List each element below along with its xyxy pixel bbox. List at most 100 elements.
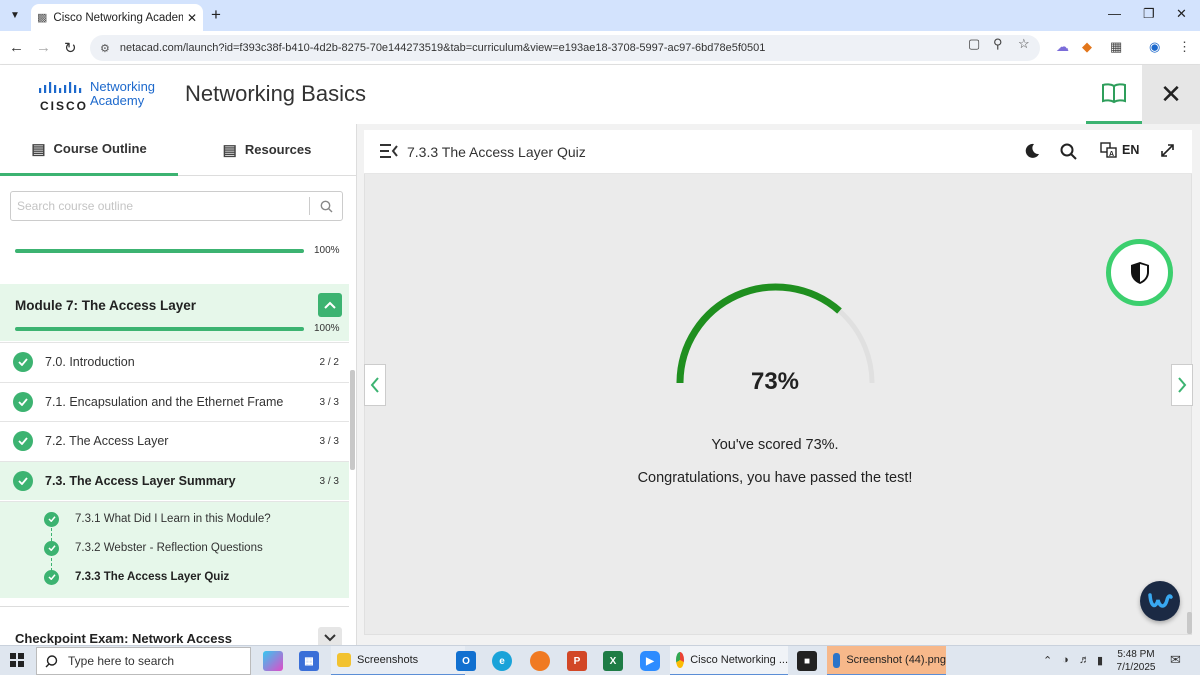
- dark-mode-icon[interactable]: [1024, 143, 1040, 164]
- new-tab-icon[interactable]: +: [211, 5, 221, 25]
- content-scrollbar[interactable]: [1187, 612, 1192, 634]
- tab-course-outline[interactable]: ▤ Course Outline: [0, 124, 178, 176]
- lesson-item[interactable]: 7.2. The Access Layer 3 / 3: [0, 421, 349, 460]
- volume-icon[interactable]: ♬: [1079, 654, 1090, 666]
- shield-icon: [1130, 261, 1149, 284]
- extension-cloud-icon[interactable]: ☁: [1056, 39, 1069, 55]
- module-7-header[interactable]: Module 7: The Access Layer 100%: [0, 284, 349, 341]
- taskbar-item-screenshots[interactable]: Screenshots: [331, 646, 465, 675]
- language-selector[interactable]: A EN: [1100, 142, 1139, 158]
- lesson-count: 2 / 2: [319, 356, 339, 368]
- metamask-icon[interactable]: ◆: [1082, 39, 1092, 55]
- network-icon[interactable]: ◑: [1062, 654, 1069, 666]
- zoom-icon[interactable]: ⚲: [993, 36, 1003, 52]
- expand-checkpoint-button[interactable]: [318, 627, 342, 645]
- check-icon: [13, 431, 33, 451]
- chevron-down-icon: [324, 634, 336, 642]
- install-app-icon[interactable]: ▢: [968, 36, 980, 52]
- lesson-count: 3 / 3: [319, 475, 339, 487]
- browser-tab-title: Cisco Networking Academy: Co: [53, 11, 183, 24]
- academy-wordmark: Networking Academy: [90, 79, 156, 108]
- windows-start-icon[interactable]: [10, 653, 24, 667]
- subtopic-item-current[interactable]: 7.3.3 The Access Layer Quiz: [44, 567, 229, 587]
- progress-percent: 100%: [314, 245, 340, 256]
- collapse-module-button[interactable]: [318, 293, 342, 317]
- taskbar-item-chrome[interactable]: Cisco Networking ...: [670, 646, 788, 675]
- module-progress: 100%: [15, 323, 345, 334]
- browser-menu-icon[interactable]: ⋮: [1178, 39, 1191, 55]
- url-text: netacad.com/launch?id=f393c38f-b410-4d2b…: [119, 42, 766, 54]
- previous-page-button[interactable]: [364, 364, 386, 406]
- subtopic-title: 7.3.1 What Did I Learn in this Module?: [75, 513, 271, 525]
- close-course-button[interactable]: ✕: [1142, 65, 1200, 124]
- security-shield-button[interactable]: [1106, 239, 1173, 306]
- lesson-item[interactable]: 7.0. Introduction 2 / 2: [0, 342, 349, 381]
- outlook-icon[interactable]: O: [456, 651, 476, 671]
- subtopic-item[interactable]: 7.3.1 What Did I Learn in this Module?: [44, 509, 271, 529]
- webex-assistant-button[interactable]: [1140, 581, 1180, 621]
- windows-taskbar: Type here to search ▦ Screenshots O e P …: [0, 645, 1200, 675]
- subtopic-title: 7.3.2 Webster - Reflection Questions: [75, 542, 263, 554]
- close-icon: ✕: [1160, 79, 1182, 109]
- site-info-icon[interactable]: ⚙: [100, 42, 110, 55]
- outline-icon: ▤: [31, 140, 46, 158]
- taskbar-search[interactable]: Type here to search: [36, 647, 251, 675]
- previous-module-progress: 100%: [15, 245, 345, 256]
- checkpoint-exam-item[interactable]: Checkpoint Exam: Network Access: [0, 606, 349, 645]
- browser-toolbar: ← → ↻ ⚙ netacad.com/launch?id=f393c38f-b…: [0, 31, 1200, 65]
- address-bar[interactable]: ⚙ netacad.com/launch?id=f393c38f-b410-4d…: [90, 35, 1040, 61]
- close-window-icon[interactable]: ✕: [1176, 6, 1187, 22]
- sidebar-scrollbar[interactable]: [350, 370, 355, 470]
- reload-icon[interactable]: ↻: [64, 39, 77, 57]
- course-book-button[interactable]: [1086, 65, 1142, 124]
- chrome-icon: [676, 652, 685, 668]
- course-title: Networking Basics: [185, 81, 366, 106]
- zoom-meeting-icon[interactable]: ▶: [640, 651, 660, 671]
- store-icon[interactable]: ▦: [299, 651, 319, 671]
- app-header: CISCO Networking Academy Networking Basic…: [0, 65, 1200, 124]
- progress-percent: 100%: [314, 323, 340, 334]
- score-percentage: 73%: [750, 368, 800, 395]
- check-icon: [44, 511, 59, 527]
- content-title: 7.3.3 The Access Layer Quiz: [407, 144, 586, 160]
- progress-fill: [15, 326, 304, 331]
- cisco-wordmark: CISCO: [40, 99, 89, 113]
- lesson-title: 7.1. Encapsulation and the Ethernet Fram…: [45, 395, 284, 409]
- lesson-item-active[interactable]: 7.3. The Access Layer Summary 3 / 3: [0, 461, 349, 500]
- fullscreen-icon[interactable]: [1160, 143, 1175, 163]
- lesson-item[interactable]: 7.1. Encapsulation and the Ethernet Fram…: [0, 382, 349, 421]
- battery-icon[interactable]: ▮: [1097, 654, 1103, 667]
- toggle-outline-icon[interactable]: [380, 143, 398, 164]
- extensions-puzzle-icon[interactable]: ▦: [1110, 39, 1122, 55]
- next-page-button[interactable]: [1171, 364, 1193, 406]
- taskbar-item-screenshot-png[interactable]: Screenshot (44).png: [827, 646, 946, 675]
- chevron-up-icon: [324, 301, 336, 309]
- system-clock[interactable]: 5:48 PM 7/1/2025: [1112, 648, 1160, 674]
- copilot-icon[interactable]: [263, 651, 283, 671]
- subtopic-item[interactable]: 7.3.2 Webster - Reflection Questions: [44, 538, 263, 558]
- show-hidden-icons[interactable]: ⌃: [1043, 654, 1052, 667]
- tab-resources[interactable]: ▤ Resources: [178, 124, 356, 176]
- edge-icon[interactable]: e: [492, 651, 512, 671]
- bookmark-star-icon[interactable]: ☆: [1018, 36, 1030, 52]
- notifications-icon[interactable]: ✉: [1170, 652, 1181, 668]
- close-tab-icon[interactable]: ✕: [187, 11, 197, 25]
- cisco-networking-academy-logo[interactable]: CISCO Networking Academy: [38, 79, 168, 113]
- tab-search-icon[interactable]: ▼: [6, 6, 24, 24]
- app-cube-icon[interactable]: ■: [797, 651, 817, 671]
- restore-icon[interactable]: ❐: [1143, 6, 1155, 22]
- browser-tab[interactable]: ▩ Cisco Networking Academy: Co ✕: [31, 4, 203, 31]
- profile-icon[interactable]: ◉: [1149, 39, 1160, 55]
- excel-icon[interactable]: X: [603, 651, 623, 671]
- lesson-count: 3 / 3: [319, 396, 339, 408]
- firefox-icon[interactable]: [530, 651, 550, 671]
- search-input[interactable]: [11, 199, 309, 213]
- forward-icon[interactable]: →: [36, 39, 51, 56]
- minimize-icon[interactable]: —: [1108, 6, 1121, 21]
- search-icon[interactable]: [1060, 143, 1077, 165]
- lesson-title: 7.3. The Access Layer Summary: [45, 474, 236, 488]
- back-icon[interactable]: ←: [9, 39, 24, 56]
- check-icon: [44, 540, 59, 556]
- search-icon[interactable]: [310, 200, 342, 213]
- powerpoint-icon[interactable]: P: [567, 651, 587, 671]
